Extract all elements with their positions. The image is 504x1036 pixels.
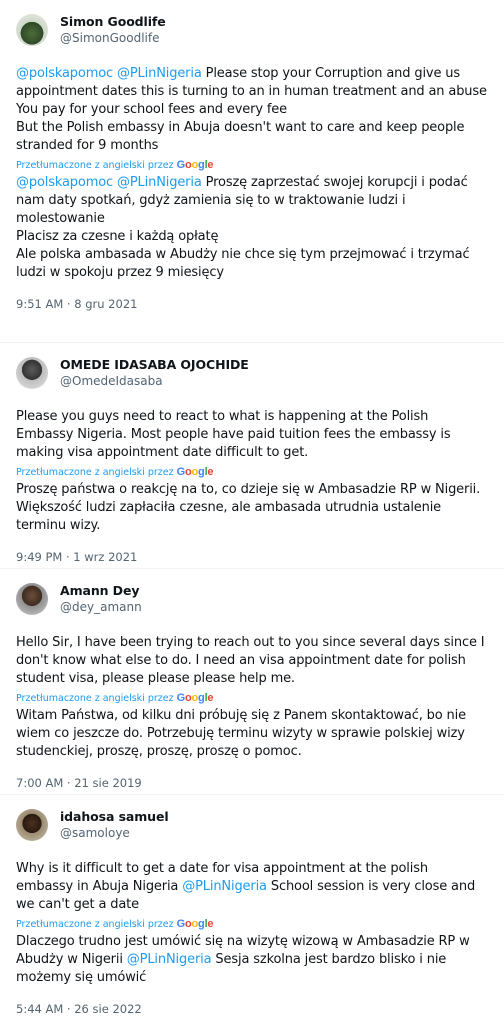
avatar[interactable]: [16, 14, 48, 46]
paragraph: Why is it difficult to get a date for vi…: [16, 860, 488, 914]
author-handle[interactable]: @OmedeIdasaba: [60, 373, 249, 390]
google-logo: Google: [177, 159, 214, 171]
author-name[interactable]: Simon Goodlife: [60, 13, 166, 30]
text-segment: Proszę państwa o reakcję na to, co dziej…: [16, 482, 481, 533]
text-segment: But the Polish embassy in Abuja doesn't …: [16, 120, 465, 153]
tweet-header: Amann Dey @dey_amann: [16, 569, 488, 616]
tweet[interactable]: Amann Dey @dey_amann Hello Sir, I have b…: [0, 569, 504, 795]
text-segment: Ale polska ambasada w Abudży nie chce si…: [16, 247, 470, 280]
translated-text: Witam Państwa, od kilku dni próbuję się …: [16, 707, 488, 761]
tweet-timestamp[interactable]: 5:44 AM · 26 sie 2022: [16, 1002, 488, 1028]
author-name[interactable]: Amann Dey: [60, 582, 142, 599]
author-block: Simon Goodlife @SimonGoodlife: [60, 13, 166, 47]
tweet-text: @polskapomoc @PLinNigeria Please stop yo…: [16, 65, 488, 155]
author-handle[interactable]: @samoloye: [60, 825, 169, 842]
avatar[interactable]: [16, 583, 48, 615]
google-logo-letter: G: [176, 918, 186, 930]
tweet-text: Hello Sir, I have been trying to reach o…: [16, 634, 488, 688]
paragraph: Witam Państwa, od kilku dni próbuję się …: [16, 707, 488, 761]
paragraph: You pay for your school fees and every f…: [16, 101, 488, 119]
google-logo-letter: G: [176, 466, 186, 478]
tweet-text: Why is it difficult to get a date for vi…: [16, 860, 488, 914]
tweet[interactable]: Simon Goodlife @SimonGoodlife @polskapom…: [0, 0, 504, 343]
avatar[interactable]: [16, 357, 48, 389]
tweet-feed: Simon Goodlife @SimonGoodlife @polskapom…: [0, 0, 504, 1036]
translated-label: Przetłumaczone z angielski przez: [16, 692, 174, 704]
tweet-header: OMEDE IDASABA OJOCHIDE @OmedeIdasaba: [16, 343, 488, 390]
mention-link[interactable]: @PLinNigeria: [117, 66, 202, 81]
google-logo-letter: e: [207, 466, 214, 478]
paragraph: Dlaczego trudno jest umówić się na wizyt…: [16, 933, 488, 987]
author-handle[interactable]: @SimonGoodlife: [60, 30, 166, 47]
tweet[interactable]: OMEDE IDASABA OJOCHIDE @OmedeIdasaba Ple…: [0, 343, 504, 569]
google-logo-letter: G: [176, 692, 186, 704]
translated-label: Przetłumaczone z angielski przez: [16, 159, 174, 171]
text-segment: Placisz za czesne i każdą opłatę: [16, 229, 219, 244]
translation-attribution[interactable]: Przetłumaczone z angielski przez Google: [16, 692, 488, 704]
translated-text: Dlaczego trudno jest umówić się na wizyt…: [16, 933, 488, 987]
author-name[interactable]: idahosa samuel: [60, 808, 169, 825]
paragraph: Please you guys need to react to what is…: [16, 408, 488, 462]
author-handle[interactable]: @dey_amann: [60, 599, 142, 616]
translated-text: @polskapomoc @PLinNigeria Proszę zaprzes…: [16, 174, 488, 282]
mention-link[interactable]: @PLinNigeria: [182, 879, 267, 894]
tweet[interactable]: idahosa samuel @samoloye Why is it diffi…: [0, 795, 504, 1036]
mention-link[interactable]: @PLinNigeria: [127, 952, 212, 967]
translation-attribution[interactable]: Przetłumaczone z angielski przez Google: [16, 918, 488, 930]
author-block: Amann Dey @dey_amann: [60, 582, 142, 616]
text-segment: Witam Państwa, od kilku dni próbuję się …: [16, 708, 466, 759]
paragraph: Ale polska ambasada w Abudży nie chce si…: [16, 246, 488, 282]
paragraph: Hello Sir, I have been trying to reach o…: [16, 634, 488, 688]
paragraph: @polskapomoc @PLinNigeria Proszę zaprzes…: [16, 174, 488, 228]
tweet-text: Please you guys need to react to what is…: [16, 408, 488, 462]
google-logo: Google: [177, 466, 214, 478]
google-logo-letter: e: [207, 692, 214, 704]
translated-label: Przetłumaczone z angielski przez: [16, 466, 174, 478]
tweet-header: Simon Goodlife @SimonGoodlife: [16, 0, 488, 47]
paragraph: Proszę państwa o reakcję na to, co dziej…: [16, 481, 488, 535]
google-logo-letter: e: [207, 159, 214, 171]
tweet-header: idahosa samuel @samoloye: [16, 795, 488, 842]
google-logo: Google: [177, 918, 214, 930]
translation-attribution[interactable]: Przetłumaczone z angielski przez Google: [16, 159, 488, 171]
paragraph: But the Polish embassy in Abuja doesn't …: [16, 119, 488, 155]
avatar[interactable]: [16, 809, 48, 841]
google-logo: Google: [177, 692, 214, 704]
author-name[interactable]: OMEDE IDASABA OJOCHIDE: [60, 356, 249, 373]
translation-attribution[interactable]: Przetłumaczone z angielski przez Google: [16, 466, 488, 478]
author-block: OMEDE IDASABA OJOCHIDE @OmedeIdasaba: [60, 356, 249, 390]
text-segment: Please you guys need to react to what is…: [16, 409, 451, 460]
mention-link[interactable]: @PLinNigeria: [117, 175, 202, 190]
mention-link[interactable]: @polskapomoc: [16, 66, 113, 81]
text-segment: Hello Sir, I have been trying to reach o…: [16, 635, 485, 686]
mention-link[interactable]: @polskapomoc: [16, 175, 113, 190]
google-logo-letter: e: [207, 918, 214, 930]
translated-label: Przetłumaczone z angielski przez: [16, 918, 174, 930]
tweet-timestamp[interactable]: 9:51 AM · 8 gru 2021: [16, 297, 488, 323]
paragraph: @polskapomoc @PLinNigeria Please stop yo…: [16, 65, 488, 101]
text-segment: You pay for your school fees and every f…: [16, 102, 287, 117]
author-block: idahosa samuel @samoloye: [60, 808, 169, 842]
translated-text: Proszę państwa o reakcję na to, co dziej…: [16, 481, 488, 535]
paragraph: Placisz za czesne i każdą opłatę: [16, 228, 488, 246]
google-logo-letter: G: [176, 159, 186, 171]
